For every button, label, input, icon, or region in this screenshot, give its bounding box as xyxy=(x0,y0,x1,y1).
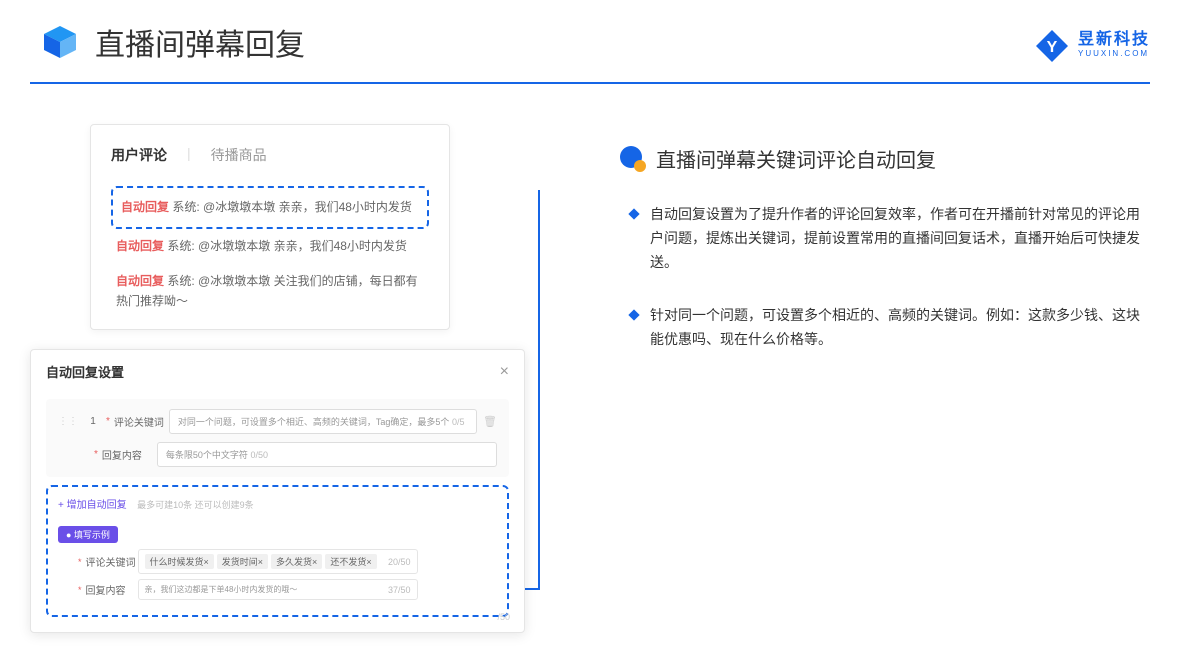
diamond-icon xyxy=(628,208,639,219)
bullet-item: 针对同一个问题，可设置多个相近的、高频的关键词。例如：这款多少钱、这块能优惠吗、… xyxy=(630,304,1150,352)
tab-products[interactable]: 待播商品 xyxy=(211,145,267,171)
ex-keyword-label: 评论关键词 xyxy=(86,554,138,569)
diamond-icon xyxy=(628,310,639,321)
cube-icon xyxy=(40,22,80,62)
tab-comments[interactable]: 用户评论 xyxy=(111,145,167,171)
comment-text: @冰墩墩本墩 亲亲，我们48小时内发货 xyxy=(198,239,407,253)
comment-text: @冰墩墩本墩 亲亲，我们48小时内发货 xyxy=(203,200,412,214)
bullet-text: 自动回复设置为了提升作者的评论回复效率，作者可在开播前针对常见的评论用户问题，提… xyxy=(650,203,1150,274)
page-title: 直播间弹幕回复 xyxy=(95,20,305,64)
ex-content-counter: 37/50 xyxy=(388,585,411,595)
auto-reply-tag: 自动回复 xyxy=(116,239,164,253)
example-box: + 增加自动回复 最多可建10条 还可以创建9条 ● 填写示例 * 评论关键词 … xyxy=(46,485,509,617)
delete-icon[interactable]: 🗑 xyxy=(483,415,497,428)
auto-reply-tag: 自动回复 xyxy=(121,200,169,214)
comment-item: 自动回复 系统: @冰墩墩本墩 亲亲，我们48小时内发货 xyxy=(111,186,429,229)
required-mark: * xyxy=(78,557,82,567)
brand-name: 昱新科技 xyxy=(1078,32,1150,48)
add-reply-link[interactable]: + 增加自动回复 xyxy=(58,496,127,511)
comment-item: 自动回复 系统: @冰墩墩本墩 亲亲，我们48小时内发货 xyxy=(111,229,429,264)
tag-chip[interactable]: 还不发货× xyxy=(325,554,376,569)
bullet-text: 针对同一个问题，可设置多个相近的、高频的关键词。例如：这款多少钱、这块能优惠吗、… xyxy=(650,304,1150,352)
add-hint: 最多可建10条 还可以创建9条 xyxy=(137,500,254,510)
bottom-counter: /50 xyxy=(497,612,510,622)
content-counter: 0/50 xyxy=(250,450,268,460)
comment-card: 用户评论 | 待播商品 自动回复 系统: @冰墩墩本墩 亲亲，我们48小时内发货… xyxy=(90,124,450,330)
tag-chip[interactable]: 发货时间× xyxy=(217,554,268,569)
keyword-counter: 0/5 xyxy=(452,417,465,427)
system-tag: 系统: xyxy=(172,200,199,214)
row-number: 1 xyxy=(84,416,102,427)
bullet-item: 自动回复设置为了提升作者的评论回复效率，作者可在开播前针对常见的评论用户问题，提… xyxy=(630,203,1150,274)
auto-reply-tag: 自动回复 xyxy=(116,274,164,288)
required-mark: * xyxy=(94,449,98,460)
keyword-input[interactable]: 对同一个问题，可设置多个相近、高频的关键词，Tag确定，最多5个 0/5 xyxy=(169,409,477,434)
brand-icon: Y xyxy=(1034,28,1070,64)
required-mark: * xyxy=(78,585,82,595)
settings-modal: 自动回复设置 × ⋮⋮ 1 * 评论关键词 对同一个问题，可设置多个相近、高频的… xyxy=(30,349,525,633)
tag-chip[interactable]: 多久发货× xyxy=(271,554,322,569)
system-tag: 系统: xyxy=(167,239,194,253)
example-badge: ● 填写示例 xyxy=(58,526,118,543)
settings-title: 自动回复设置 xyxy=(46,362,124,381)
svg-text:Y: Y xyxy=(1047,39,1058,56)
ex-kw-counter: 20/50 xyxy=(388,557,411,567)
keyword-label: 评论关键词 xyxy=(114,414,169,429)
content-input[interactable]: 每条限50个中文字符 0/50 xyxy=(157,442,497,467)
section-title: 直播间弹幕关键词评论自动回复 xyxy=(656,144,936,173)
required-mark: * xyxy=(106,416,110,427)
tab-separator: | xyxy=(187,145,191,171)
section-icon xyxy=(620,146,646,172)
close-icon[interactable]: × xyxy=(500,363,509,381)
brand-sub: YUUXIN.COM xyxy=(1078,48,1150,59)
ex-keyword-input[interactable]: 什么时候发货× 发货时间× 多久发货× 还不发货× 20/50 xyxy=(138,549,418,574)
content-label: 回复内容 xyxy=(102,447,157,462)
tabs: 用户评论 | 待播商品 xyxy=(111,145,429,171)
brand-logo: Y 昱新科技 YUUXIN.COM xyxy=(1034,28,1150,64)
ex-content-input[interactable]: 亲，我们这边都是下单48小时内发货的哦～ 37/50 xyxy=(138,579,418,600)
system-tag: 系统: xyxy=(167,274,194,288)
ex-content-label: 回复内容 xyxy=(86,582,138,597)
drag-handle-icon[interactable]: ⋮⋮ xyxy=(58,416,78,427)
tag-chip[interactable]: 什么时候发货× xyxy=(145,554,214,569)
comment-item: 自动回复 系统: @冰墩墩本墩 关注我们的店铺，每日都有热门推荐呦～ xyxy=(111,264,429,318)
